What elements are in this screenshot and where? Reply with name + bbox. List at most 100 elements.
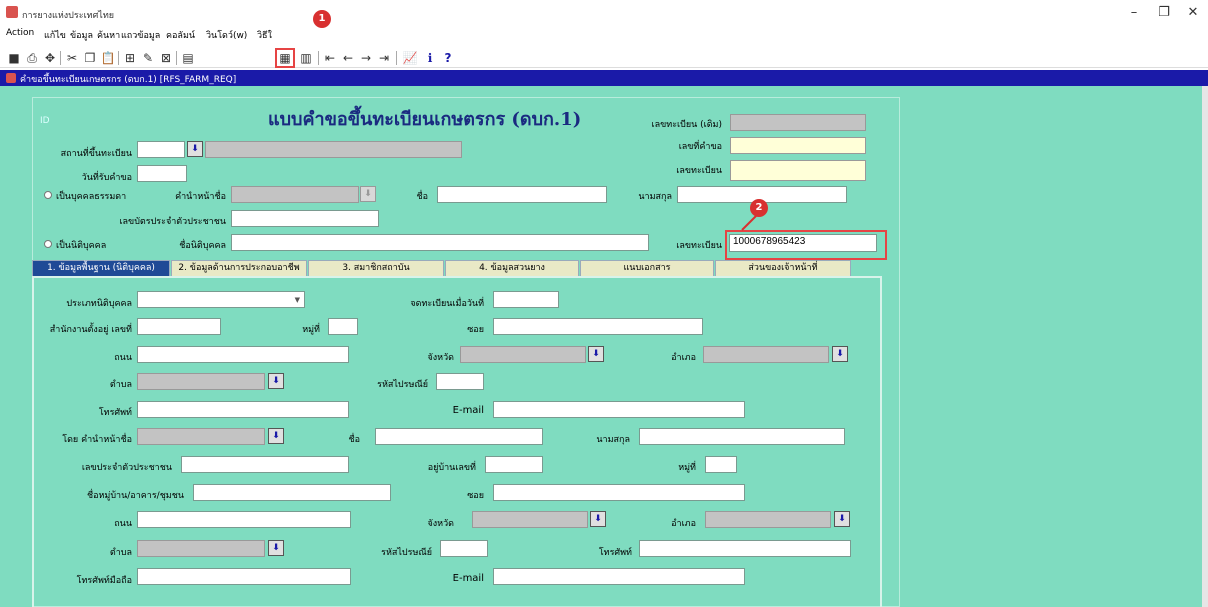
edit-icon[interactable]: ✎ <box>140 50 156 66</box>
tab-occupation[interactable]: 2. ข้อมูลด้านการประกอบอาชีพ <box>171 260 307 276</box>
province-label: จังหวัด <box>427 353 455 363</box>
info-icon[interactable]: ℹ <box>422 50 438 66</box>
cancel-query-icon[interactable]: ▥ <box>298 50 314 66</box>
query-icon[interactable]: ▤ <box>180 50 196 66</box>
district-lov-icon[interactable]: ⬇ <box>832 346 848 362</box>
tab-member[interactable]: 3. สมาชิกสถาบัน <box>308 260 444 276</box>
rep-citizen-id-input[interactable] <box>181 456 349 473</box>
app-icon <box>6 6 18 18</box>
recv-date-input[interactable] <box>137 165 187 182</box>
tab-officer[interactable]: ส่วนของเจ้าหน้าที่ <box>715 260 851 276</box>
reg-date-label: จดทะเบียนเมื่อวันที่ <box>410 299 484 309</box>
office-addr-input[interactable] <box>137 318 221 335</box>
juristic-type-select[interactable]: ▼ <box>137 291 305 308</box>
by-prefix-field <box>137 428 265 445</box>
maximize-button[interactable]: ❐ <box>1154 4 1174 22</box>
rep-surname-input[interactable] <box>639 428 845 445</box>
subdistrict-field <box>137 373 265 390</box>
rep-name-input[interactable] <box>375 428 543 445</box>
citizen-id-input[interactable] <box>231 210 379 227</box>
name-input[interactable] <box>437 186 607 203</box>
close-button[interactable]: ✕ <box>1183 4 1203 22</box>
first-record-icon[interactable]: ⇤ <box>322 50 338 66</box>
road-input[interactable] <box>137 346 349 363</box>
province-lov-icon[interactable]: ⬇ <box>588 346 604 362</box>
title-bar: การยางแห่งประเทศไทย – ❐ ✕ <box>0 0 1208 26</box>
email2-input[interactable] <box>493 568 745 585</box>
juristic-name-input[interactable] <box>231 234 649 251</box>
print-icon[interactable]: ⎙ <box>24 50 40 66</box>
last-record-icon[interactable]: ⇥ <box>376 50 392 66</box>
person-radio[interactable] <box>44 191 52 199</box>
vertical-scrollbar[interactable] <box>1202 86 1208 607</box>
phone-input[interactable] <box>137 401 349 418</box>
moo-input[interactable] <box>328 318 358 335</box>
subdistrict-lov-icon[interactable]: ⬇ <box>268 373 284 389</box>
copy-icon[interactable]: ❐ <box>82 50 98 66</box>
village-input[interactable] <box>193 484 391 501</box>
surname-label: นามสกุล <box>638 192 672 202</box>
juristic-reg-input[interactable]: 1000678965423 <box>729 234 877 252</box>
next-record-icon[interactable]: → <box>358 50 374 66</box>
menu-edit[interactable]: แก้ไข <box>44 28 66 42</box>
district2-label: อำเภอ <box>671 519 696 529</box>
soi-label: ซอย <box>467 325 484 335</box>
delete-record-icon[interactable]: ⊠ <box>158 50 174 66</box>
postcode-input[interactable] <box>436 373 484 390</box>
district2-lov-icon[interactable]: ⬇ <box>834 511 850 527</box>
request-no-field[interactable] <box>730 137 866 154</box>
help-icon[interactable]: ? <box>440 50 456 66</box>
subdistrict2-field <box>137 540 265 557</box>
subdistrict2-lov-icon[interactable]: ⬇ <box>268 540 284 556</box>
person-label: เป็นบุคคลธรรมดา <box>56 192 127 202</box>
juristic-reg-label: เลขทะเบียน <box>676 241 722 251</box>
toolbar-separator <box>396 51 397 65</box>
save-icon[interactable]: ■ <box>6 50 22 66</box>
place-lov-icon[interactable]: ⬇ <box>187 141 203 157</box>
subdistrict2-label: ตำบล <box>109 548 132 558</box>
chart-icon[interactable]: 📈 <box>402 50 418 66</box>
house-no-input[interactable] <box>485 456 543 473</box>
name-label: ชื่อ <box>416 192 428 202</box>
menu-search[interactable]: ค้นหา <box>97 28 120 42</box>
office-addr-label: สำนักงานตั้งอยู่ เลขที่ <box>49 325 132 335</box>
paste-icon[interactable]: 📋 <box>100 50 116 66</box>
minimize-button[interactable]: – <box>1124 4 1144 22</box>
mobile-input[interactable] <box>137 568 351 585</box>
place-code-input[interactable] <box>137 141 185 158</box>
phone2-input[interactable] <box>639 540 851 557</box>
tab-basic-info[interactable]: 1. ข้อมูลพื้นฐาน (นิติบุคคล) <box>32 260 170 276</box>
road2-input[interactable] <box>137 511 351 528</box>
email-input[interactable] <box>493 401 745 418</box>
cut-icon[interactable]: ✂ <box>64 50 80 66</box>
by-prefix-lov-icon[interactable]: ⬇ <box>268 428 284 444</box>
prefix-field <box>231 186 359 203</box>
insert-record-icon[interactable]: ⊞ <box>122 50 138 66</box>
phone-label: โทรศัพท์ <box>98 408 132 418</box>
menu-column[interactable]: คอลัมน์ <box>166 28 195 42</box>
village-label: ชื่อหมู่บ้าน/อาคาร/ชุมชน <box>86 491 184 501</box>
window-title: การยางแห่งประเทศไทย <box>22 11 115 21</box>
menu-action[interactable]: Action <box>6 28 34 38</box>
tab-attachments[interactable]: แนบเอกสาร <box>580 260 714 276</box>
reg-no-field[interactable] <box>730 160 866 181</box>
menu-data[interactable]: ข้อมูล <box>70 28 93 42</box>
form-window-title: คำขอขึ้นทะเบียนเกษตรกร (ดบก.1) [RFS_FARM… <box>20 75 237 85</box>
soi2-input[interactable] <box>493 484 745 501</box>
province2-lov-icon[interactable]: ⬇ <box>590 511 606 527</box>
soi-input[interactable] <box>493 318 703 335</box>
road2-label: ถนน <box>114 519 132 529</box>
tab-rubber-plantation[interactable]: 4. ข้อมูลสวนยาง <box>445 260 579 276</box>
menu-window[interactable]: วินโดว์(w) <box>206 28 247 42</box>
reg-date-input[interactable] <box>493 291 559 308</box>
postcode2-input[interactable] <box>440 540 488 557</box>
menu-record[interactable]: แถวข้อมูล <box>121 28 160 42</box>
prev-record-icon[interactable]: ← <box>340 50 356 66</box>
exit-icon[interactable]: ✥ <box>42 50 58 66</box>
menu-help[interactable]: วิธีใ <box>257 28 272 42</box>
place-name-field <box>205 141 462 158</box>
email-label: E-mail <box>452 405 484 416</box>
execute-query-icon[interactable]: ▦ <box>275 48 295 68</box>
juristic-radio[interactable] <box>44 240 52 248</box>
moo2-input[interactable] <box>705 456 737 473</box>
